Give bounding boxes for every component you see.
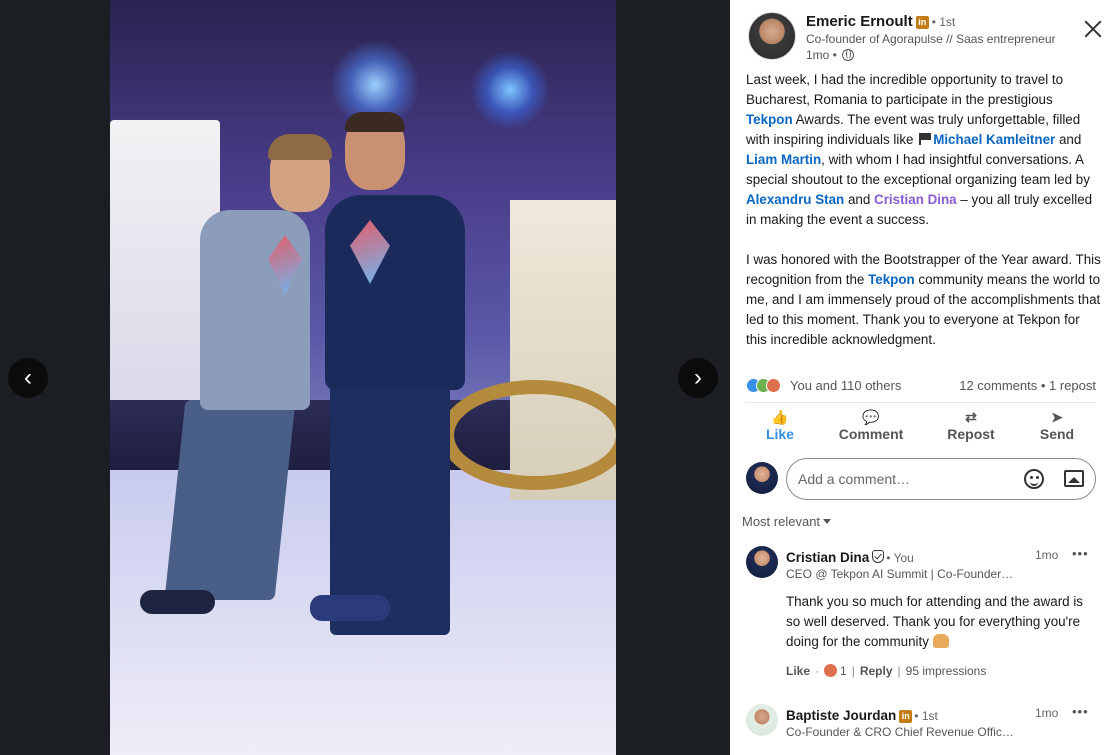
- sort-dropdown[interactable]: Most relevant: [742, 514, 832, 529]
- comment-actions: Like · 1 | Reply | 95 impressions: [786, 664, 986, 678]
- comment-like-button[interactable]: Like: [786, 664, 810, 678]
- chevron-down-icon: [823, 519, 832, 524]
- post-text-segment: and: [844, 192, 875, 207]
- author-name[interactable]: Emeric Ernoult in • 1st: [806, 13, 955, 30]
- commenter-meta: • You: [886, 551, 914, 565]
- comment-time: 1mo: [1035, 706, 1059, 720]
- send-label: Send: [1039, 426, 1075, 442]
- mention-link[interactable]: Alexandru Stan: [746, 192, 844, 207]
- comment-item: Baptiste Jourdan in • 1st Co-Founder & CRO…: [746, 704, 1096, 755]
- author-name-text[interactable]: Emeric Ernoult: [806, 13, 913, 30]
- like-button[interactable]: 👍 Like: [745, 408, 815, 448]
- commenter-name-text[interactable]: Cristian Dina: [786, 550, 869, 565]
- divider: [746, 402, 1096, 403]
- reaction-icons[interactable]: [746, 378, 786, 394]
- post-text-segment: Last week, I had the incredible opportun…: [746, 72, 1064, 107]
- separator: |: [851, 664, 855, 678]
- commenter-avatar[interactable]: [746, 704, 778, 736]
- send-icon: ➤: [1051, 409, 1063, 425]
- comment-reply-button[interactable]: Reply: [860, 664, 893, 678]
- comment-text: Thank you so much for attending and the …: [786, 592, 1086, 652]
- comment-item: Cristian Dina • You CEO @ Tekpon AI Summi…: [746, 546, 1096, 686]
- post-paragraph: Last week, I had the incredible opportun…: [746, 70, 1102, 230]
- love-reaction-icon: [766, 378, 781, 393]
- repost-label: Repost: [947, 426, 995, 442]
- comment-label: Comment: [838, 426, 904, 442]
- comments-count[interactable]: 12 comments • 1 repost: [959, 378, 1096, 393]
- mention-link[interactable]: Tekpon: [746, 112, 793, 127]
- post-time-text: 1mo •: [806, 48, 837, 62]
- gold-ring-decor: [440, 380, 616, 490]
- person-left: [200, 210, 310, 410]
- comment-button[interactable]: 💬 Comment: [836, 408, 906, 448]
- separator: ·: [815, 664, 820, 678]
- author-headline: Co-founder of Agorapulse // Saas entrepr…: [806, 32, 1056, 46]
- raised-hands-icon: [932, 634, 949, 648]
- comment-input[interactable]: [786, 458, 1096, 500]
- comment-icon: 💬: [862, 409, 880, 425]
- person-right: [345, 112, 405, 132]
- previous-image-button[interactable]: ‹: [8, 358, 48, 398]
- repost-button[interactable]: ⇄ Repost: [936, 408, 1006, 448]
- photo-viewer: ‹ ›: [0, 0, 730, 755]
- post-text-segment: and: [1055, 132, 1082, 147]
- verified-icon: [872, 550, 885, 563]
- commenter-name[interactable]: Cristian Dina • You: [786, 550, 914, 565]
- post-photo[interactable]: [110, 0, 616, 755]
- mention-link[interactable]: Michael Kamleitner: [933, 132, 1055, 147]
- send-button[interactable]: ➤ Send: [1022, 408, 1092, 448]
- post-text: Last week, I had the incredible opportun…: [746, 70, 1102, 370]
- next-image-button[interactable]: ›: [678, 358, 718, 398]
- author-avatar[interactable]: [748, 12, 796, 60]
- shoes: [310, 595, 390, 621]
- person-right: [325, 195, 465, 390]
- repost-icon: ⇄: [965, 409, 977, 425]
- close-icon[interactable]: [1082, 18, 1104, 40]
- post-header: Emeric Ernoult in • 1st Co-founder of Agor…: [746, 10, 1096, 65]
- like-label: Like: [765, 426, 794, 442]
- connection-degree: • 1st: [931, 15, 956, 29]
- mention-link[interactable]: Liam Martin: [746, 152, 821, 167]
- mention-link[interactable]: Tekpon: [868, 272, 915, 287]
- commenter-headline: Co-Founder & CRO Chief Revenue Officer @…: [786, 725, 1016, 739]
- social-counts: You and 110 others 12 comments • 1 repos…: [746, 376, 1096, 396]
- shoes: [140, 590, 215, 614]
- globe-icon: [841, 49, 854, 61]
- post-detail-panel: Emeric Ernoult in • 1st Co-founder of Agor…: [730, 0, 1110, 755]
- commenter-avatar[interactable]: [746, 546, 778, 578]
- person-left: [164, 400, 296, 600]
- post-actions: 👍 Like 💬 Comment ⇄ Repost ➤ Send: [740, 408, 1100, 448]
- separator: |: [897, 664, 901, 678]
- linkedin-premium-icon: in: [899, 710, 913, 723]
- mention-link[interactable]: Cristian Dina: [874, 192, 957, 207]
- commenter-headline: CEO @ Tekpon AI Summit | Co-Founder @ Te…: [786, 567, 1016, 581]
- more-options-icon[interactable]: •••: [1072, 705, 1088, 718]
- commenter-name-text[interactable]: Baptiste Jourdan: [786, 708, 896, 723]
- stage-light: [470, 50, 550, 130]
- post-paragraph: I was honored with the Bootstrapper of t…: [746, 250, 1102, 350]
- linkedin-premium-icon: in: [915, 16, 929, 29]
- thumbs-up-icon: 👍: [771, 409, 789, 425]
- flag-icon: [919, 133, 932, 145]
- comment-time: 1mo: [1035, 548, 1059, 562]
- post-time: 1mo •: [806, 48, 854, 62]
- commenter-meta: • 1st: [914, 709, 938, 723]
- image-icon[interactable]: [1064, 470, 1084, 487]
- person-left: [268, 134, 332, 160]
- heart-reaction-icon: [824, 664, 838, 677]
- sort-label: Most relevant: [742, 514, 821, 529]
- reactions-count[interactable]: You and 110 others: [790, 378, 901, 393]
- current-user-avatar[interactable]: [746, 462, 778, 494]
- commenter-name[interactable]: Baptiste Jourdan in • 1st: [786, 708, 938, 723]
- emoji-icon[interactable]: [1024, 469, 1044, 489]
- comment-reaction-count[interactable]: 1: [840, 664, 847, 678]
- comment-composer: [746, 458, 1096, 502]
- more-options-icon[interactable]: •••: [1072, 547, 1088, 560]
- comment-impressions[interactable]: 95 impressions: [906, 664, 987, 678]
